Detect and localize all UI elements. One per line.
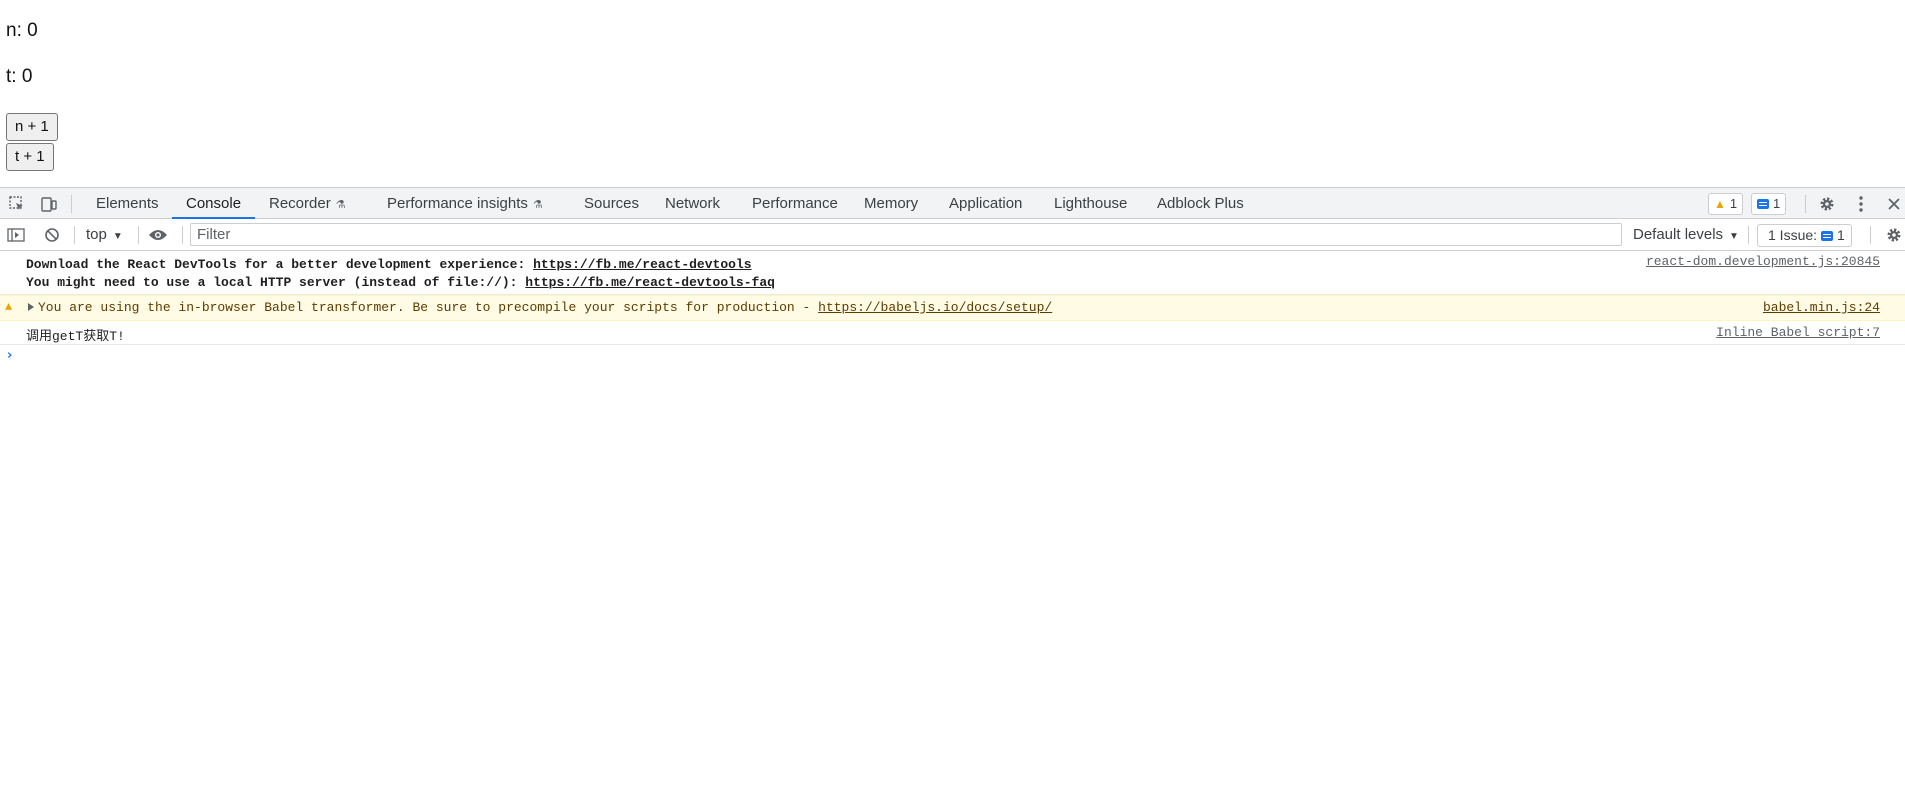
page-content: n: 0 t: 0 n + 1 t + 1 bbox=[0, 0, 1905, 187]
warnings-badge[interactable]: ▲ 1 bbox=[1708, 193, 1744, 215]
settings-gear-icon[interactable] bbox=[1816, 193, 1838, 215]
messages-badge[interactable]: 1 bbox=[1751, 193, 1787, 215]
log-levels-dropdown[interactable]: Default levels ▼ bbox=[1633, 219, 1739, 252]
tab-console[interactable]: Console bbox=[172, 188, 256, 219]
issues-button[interactable]: 1 Issue: 1 bbox=[1757, 224, 1852, 247]
log-text: 调用getT获取T! bbox=[26, 329, 125, 344]
info-line-2-text: You might need to use a local HTTP serve… bbox=[26, 275, 526, 290]
warning-message-text: You are using the in-browser Babel trans… bbox=[38, 300, 819, 315]
t-value-text: t: 0 bbox=[6, 66, 33, 87]
chevron-down-icon: ▼ bbox=[112, 231, 123, 242]
message-source-link[interactable]: react-dom.development.js:20845 bbox=[1646, 254, 1880, 269]
message-source-link[interactable]: babel.min.js:24 bbox=[1763, 300, 1880, 315]
warning-text: You are using the in-browser Babel trans… bbox=[38, 300, 1052, 315]
live-expression-eye-icon[interactable] bbox=[148, 225, 168, 245]
filter-input[interactable] bbox=[190, 223, 1622, 246]
tab-recorder-label: Recorder bbox=[269, 195, 331, 212]
console-prompt[interactable]: › bbox=[0, 345, 1905, 369]
devtools-panel: Elements Console Recorder ⚗ Performance i… bbox=[0, 187, 1905, 812]
warning-icon: ▲ bbox=[5, 300, 13, 314]
warnings-count: 1 bbox=[1729, 196, 1738, 211]
clear-console-icon[interactable] bbox=[42, 225, 62, 245]
chevron-down-icon: ▼ bbox=[1729, 231, 1739, 242]
context-label: top bbox=[86, 226, 107, 243]
toolbar-separator bbox=[1748, 226, 1749, 244]
issues-count: 1 bbox=[1837, 227, 1845, 243]
console-settings-gear-icon[interactable] bbox=[1884, 225, 1904, 245]
toolbar-separator bbox=[138, 226, 139, 244]
tabbar-separator bbox=[1805, 195, 1806, 213]
toolbar-separator bbox=[74, 226, 75, 244]
tab-performance[interactable]: Performance bbox=[750, 188, 840, 219]
tab-memory[interactable]: Memory bbox=[862, 188, 920, 219]
console-message-log: 调用getT获取T! Inline Babel script:7 bbox=[0, 321, 1905, 345]
message-icon bbox=[1821, 230, 1834, 241]
tab-performance-insights-label: Performance insights bbox=[387, 195, 528, 212]
tab-recorder[interactable]: Recorder ⚗ bbox=[267, 188, 348, 219]
info-line-1-text: Download the React DevTools for a better… bbox=[26, 257, 534, 272]
message-source-link[interactable]: Inline Babel script:7 bbox=[1716, 325, 1880, 340]
info-line-1: Download the React DevTools for a better… bbox=[26, 257, 752, 272]
devtools-tab-bar: Elements Console Recorder ⚗ Performance i… bbox=[0, 187, 1905, 219]
log-levels-label: Default levels bbox=[1633, 226, 1724, 243]
warning-icon: ▲ bbox=[1714, 197, 1726, 211]
device-toolbar-icon[interactable] bbox=[38, 193, 60, 215]
info-line-2: You might need to use a local HTTP serve… bbox=[26, 275, 775, 290]
console-toolbar: top ▼ Default levels ▼ 1 Issue: 1 bbox=[0, 219, 1905, 251]
react-devtools-link[interactable]: https://fb.me/react-devtools bbox=[533, 257, 751, 272]
context-selector[interactable]: top ▼ bbox=[86, 219, 123, 252]
more-menu-icon[interactable] bbox=[1850, 193, 1872, 215]
tab-lighthouse[interactable]: Lighthouse bbox=[1052, 188, 1129, 219]
flask-icon: ⚗ bbox=[335, 199, 346, 211]
babel-setup-link[interactable]: https://babeljs.io/docs/setup/ bbox=[818, 300, 1052, 315]
tab-sources[interactable]: Sources bbox=[582, 188, 641, 219]
prompt-chevron-icon: › bbox=[7, 348, 13, 363]
close-icon[interactable] bbox=[1883, 193, 1905, 215]
increment-t-button[interactable]: t + 1 bbox=[6, 143, 54, 171]
expand-triangle-icon[interactable] bbox=[28, 303, 34, 311]
show-sidebar-icon[interactable] bbox=[6, 225, 26, 245]
toolbar-separator bbox=[1870, 226, 1871, 244]
react-devtools-faq-link[interactable]: https://fb.me/react-devtools-faq bbox=[525, 275, 775, 290]
increment-n-button[interactable]: n + 1 bbox=[6, 113, 58, 141]
inspect-element-icon[interactable] bbox=[6, 193, 28, 215]
message-icon bbox=[1757, 199, 1769, 209]
tabbar-separator bbox=[71, 195, 72, 213]
console-message-info: Download the React DevTools for a better… bbox=[0, 251, 1905, 295]
messages-count: 1 bbox=[1773, 196, 1781, 211]
tab-elements[interactable]: Elements bbox=[94, 188, 161, 219]
tab-application[interactable]: Application bbox=[947, 188, 1024, 219]
tab-network[interactable]: Network bbox=[663, 188, 722, 219]
n-value-text: n: 0 bbox=[6, 20, 38, 41]
tab-performance-insights[interactable]: Performance insights ⚗ bbox=[385, 188, 545, 219]
console-message-warning[interactable]: ▲ You are using the in-browser Babel tra… bbox=[0, 295, 1905, 321]
tab-adblock-plus[interactable]: Adblock Plus bbox=[1155, 188, 1246, 219]
issues-label: 1 Issue: bbox=[1768, 227, 1818, 243]
toolbar-separator bbox=[182, 226, 183, 244]
flask-icon: ⚗ bbox=[532, 199, 543, 211]
